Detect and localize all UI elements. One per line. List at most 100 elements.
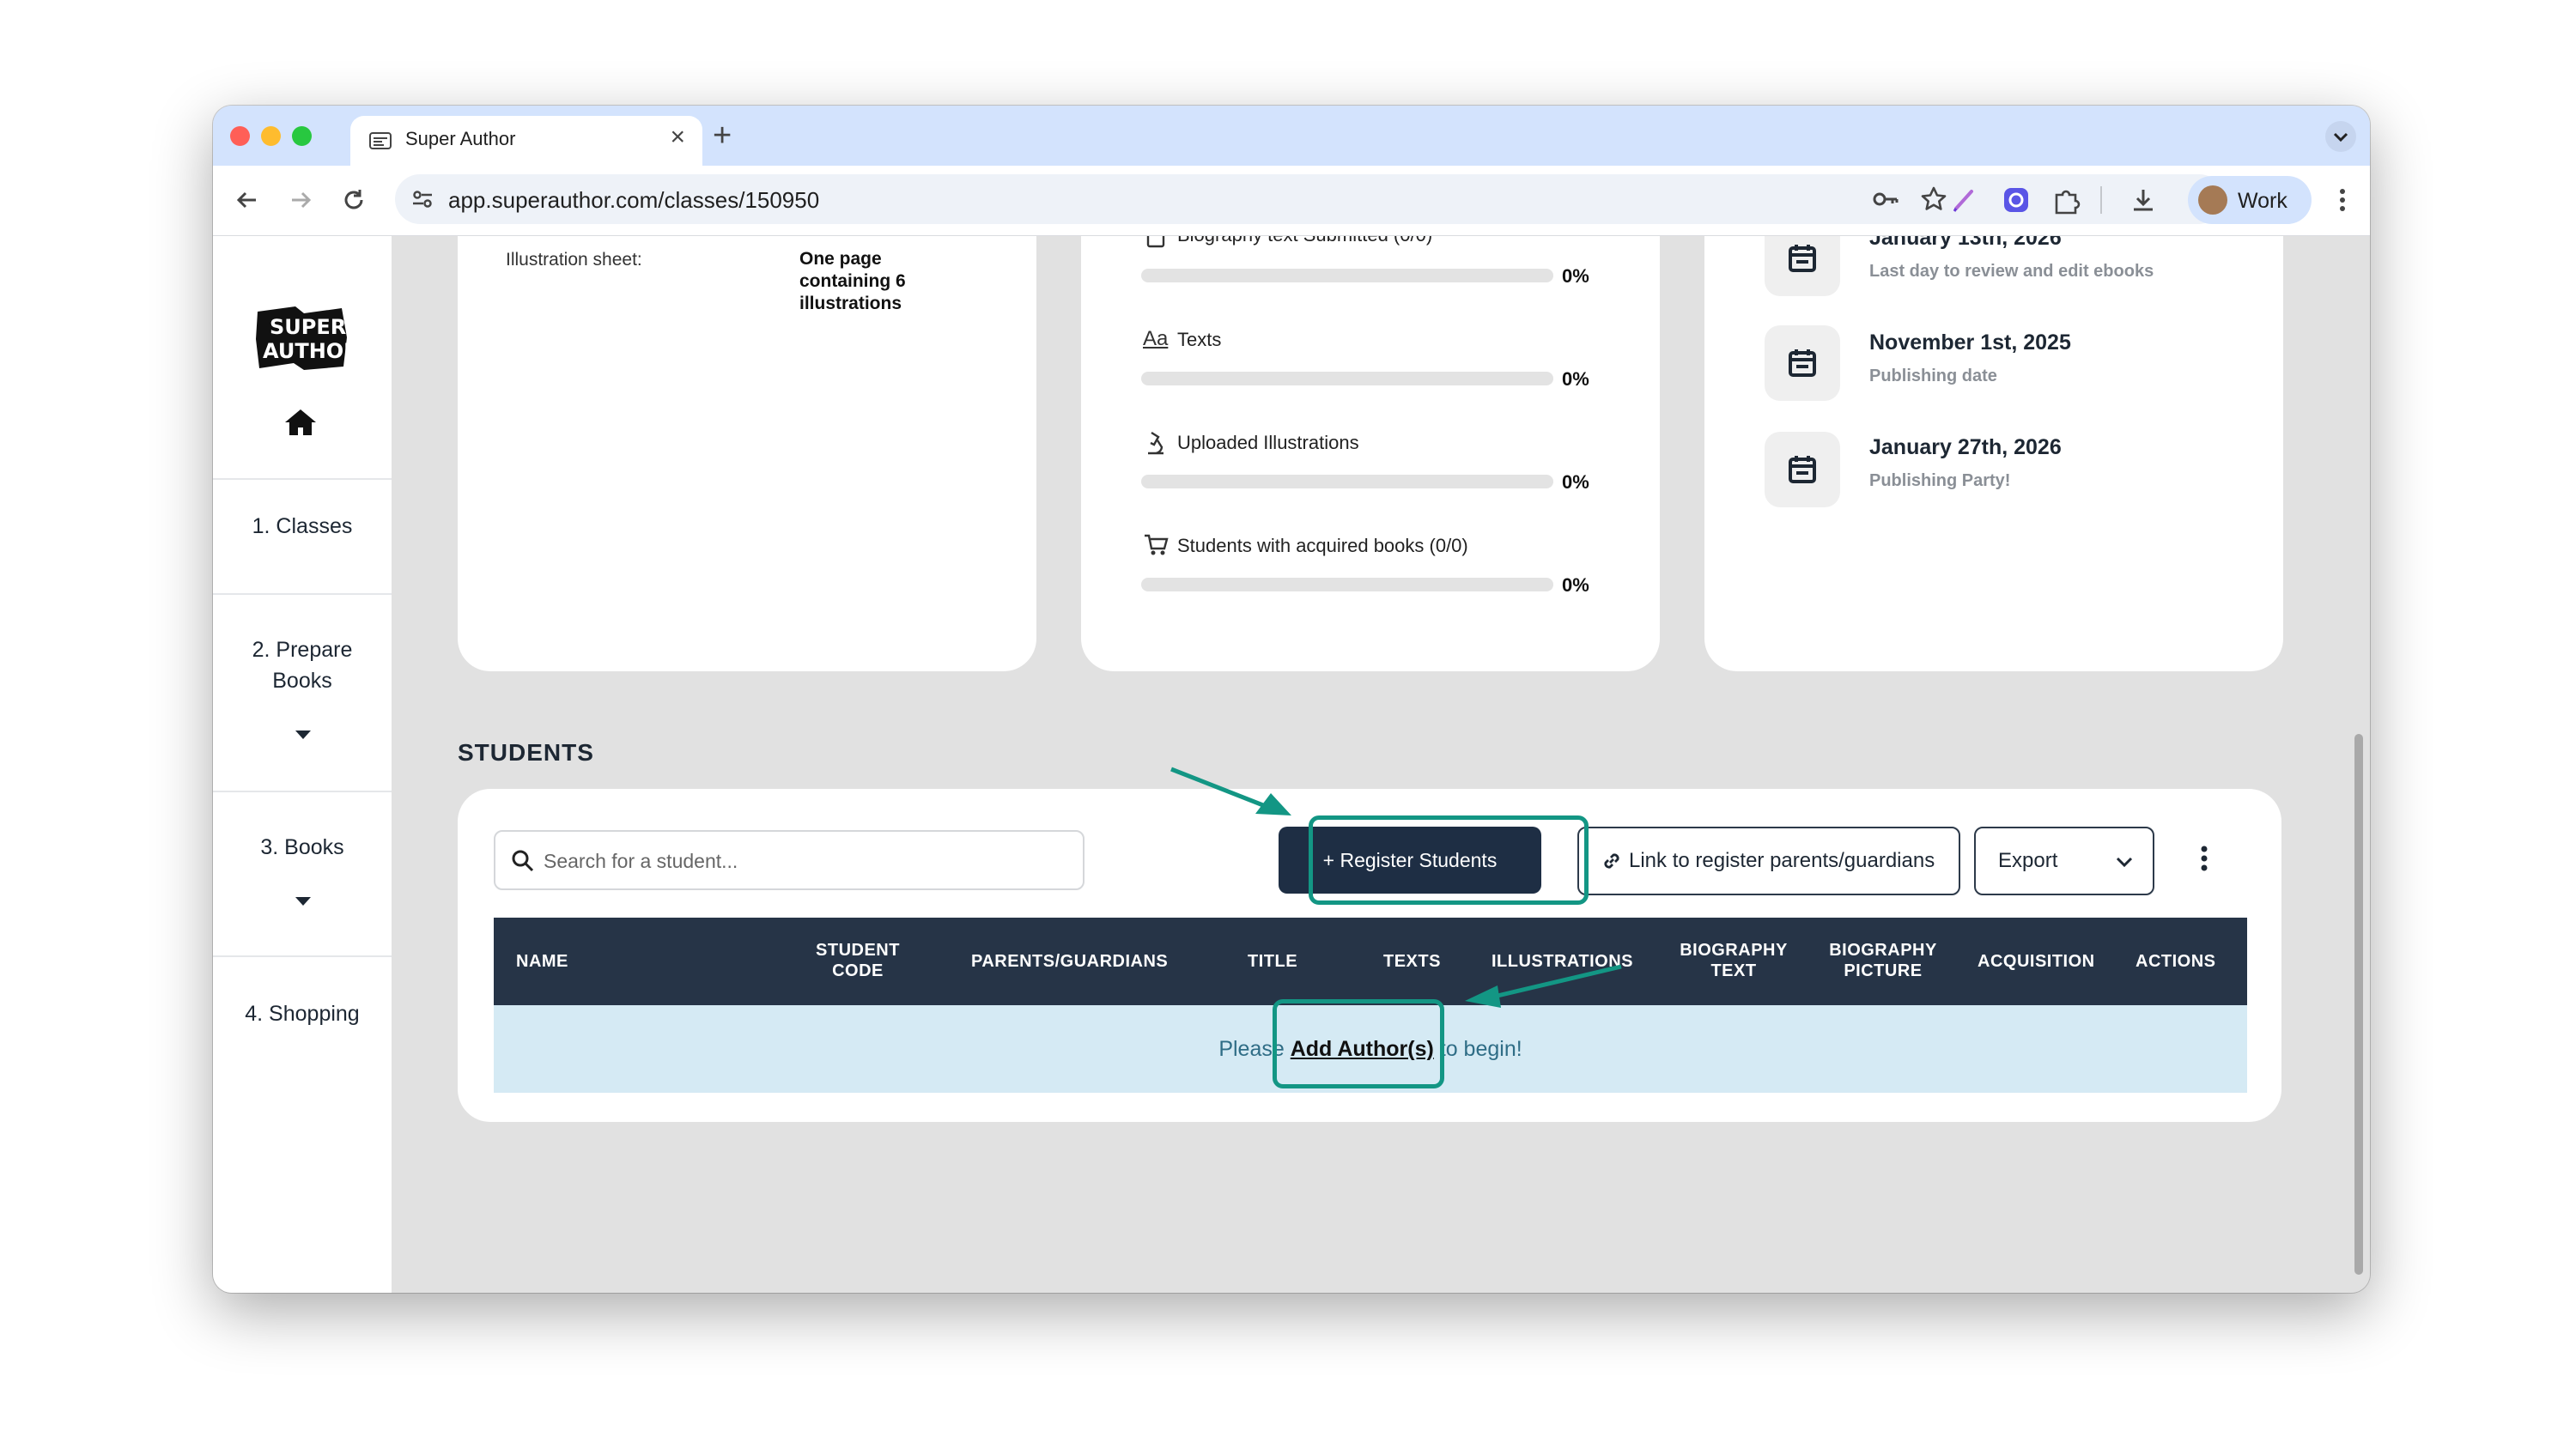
highlight-add-authors: [1273, 999, 1444, 1088]
svg-text:SUPER: SUPER: [270, 315, 346, 339]
search-placeholder: Search for a student...: [544, 850, 738, 872]
chevron-down-icon: [2333, 132, 2348, 142]
browser-toolbar: app.superauthor.com/classes/150950 Work: [213, 166, 2370, 236]
column-title[interactable]: TITLE: [1248, 951, 1297, 972]
browser-window: Super Author × + app.superauthor.com/cla…: [213, 106, 2370, 1293]
key-icon[interactable]: [1868, 182, 1903, 216]
progress-percent: 0%: [1562, 574, 1589, 596]
microscope-icon: [1148, 431, 1163, 455]
maximize-window-button[interactable]: [292, 126, 312, 146]
column-actions[interactable]: ACTIONS: [2136, 951, 2216, 972]
profile-button[interactable]: Work: [2188, 176, 2312, 224]
superauthor-favicon-icon: [369, 132, 392, 149]
caret-down-icon[interactable]: [295, 731, 311, 739]
empty-message-suffix: to begin!: [1433, 1037, 1522, 1061]
more-options-icon[interactable]: [2201, 846, 2208, 871]
text-aa-icon: Aa: [1143, 327, 1169, 350]
url-text: app.superauthor.com/classes/150950: [448, 187, 820, 213]
tab-close-icon[interactable]: ×: [670, 124, 685, 150]
search-icon: [512, 850, 534, 872]
close-window-button[interactable]: [230, 126, 250, 146]
calendar-icon: [1765, 236, 1840, 296]
link-register-parents-button[interactable]: Link to register parents/guardians: [1577, 827, 1960, 895]
dates-card: January 13th, 2026 Last day to review an…: [1704, 236, 2283, 671]
sidebar-divider: [213, 478, 392, 480]
more-vertical-icon[interactable]: [2325, 183, 2360, 217]
date-title: November 1st, 2025: [1869, 330, 2071, 355]
search-input[interactable]: Search for a student...: [494, 830, 1084, 890]
column-biography-picture[interactable]: BIOGRAPHY PICTURE: [1825, 940, 1941, 981]
progress-card: Biography text Submitted (0/0) 0% Aa Tex…: [1081, 236, 1660, 671]
sidebar-item-prepare-books[interactable]: 2. Prepare Books: [213, 634, 392, 696]
progress-bar: [1141, 372, 1553, 385]
progress-label: Students with acquired books (0/0): [1177, 535, 1468, 556]
tab-title: Super Author: [405, 128, 516, 149]
column-student-code[interactable]: STUDENT CODE: [806, 940, 909, 981]
export-dropdown[interactable]: Export: [1974, 827, 2154, 895]
back-arrow-icon[interactable]: [230, 183, 264, 217]
caret-down-icon[interactable]: [295, 897, 311, 906]
column-acquisition[interactable]: ACQUISITION: [1978, 951, 2095, 972]
sidebar-item-books[interactable]: 3. Books: [213, 832, 392, 863]
tab-search-button[interactable]: [2325, 121, 2356, 152]
class-info-card: Illustration sheet: One page containing …: [458, 236, 1036, 671]
link-icon: [1604, 853, 1619, 869]
site-settings-icon[interactable]: [410, 187, 434, 211]
sidebar-divider: [213, 955, 392, 957]
ai-extension-icon[interactable]: [1999, 183, 2033, 217]
progress-bar: [1141, 269, 1553, 282]
svg-text:AUTHOR: AUTHOR: [263, 339, 350, 363]
calendar-icon: [1765, 432, 1840, 507]
column-texts[interactable]: TEXTS: [1383, 951, 1441, 972]
column-parents-guardians[interactable]: PARENTS/GUARDIANS: [971, 951, 1168, 972]
extensions-puzzle-icon[interactable]: [2049, 183, 2083, 217]
date-description: Publishing date: [1869, 367, 1997, 385]
page-content: SUPER AUTHOR 1. Classes 2. Prepare Books…: [213, 236, 2370, 1293]
sidebar-item-classes[interactable]: 1. Classes: [213, 511, 392, 542]
progress-label: Uploaded Illustrations: [1177, 432, 1359, 453]
profile-label: Work: [2238, 189, 2287, 213]
browser-tab[interactable]: Super Author ×: [350, 116, 702, 166]
students-heading: STUDENTS: [458, 739, 594, 766]
progress-label: Biography text Submitted (0/0): [1177, 236, 1432, 246]
super-author-logo[interactable]: SUPER AUTHOR: [252, 303, 350, 373]
progress-bar: [1141, 475, 1553, 488]
illustration-sheet-value: One page containing 6 illustrations: [799, 249, 906, 313]
progress-percent: 0%: [1562, 265, 1589, 287]
progress-percent: 0%: [1562, 471, 1589, 493]
forward-arrow-icon[interactable]: [283, 183, 318, 217]
date-title: January 13th, 2026: [1869, 236, 2062, 250]
progress-percent: 0%: [1562, 368, 1589, 390]
pen-extension-icon[interactable]: [1947, 183, 1982, 217]
sidebar-divider: [213, 791, 392, 792]
sidebar-item-shopping[interactable]: 4. Shopping: [213, 998, 392, 1029]
chevron-down-icon: [2116, 857, 2133, 868]
calendar-icon: [1765, 325, 1840, 401]
progress-label: Texts: [1177, 329, 1222, 350]
document-icon: [1146, 236, 1165, 248]
scrollbar[interactable]: [2354, 734, 2363, 1275]
bookmark-star-icon[interactable]: [1917, 182, 1951, 216]
shopping-cart-icon: [1145, 534, 1169, 555]
sidebar: SUPER AUTHOR 1. Classes 2. Prepare Books…: [213, 236, 392, 1293]
column-illustrations[interactable]: ILLUSTRATIONS: [1492, 951, 1633, 972]
table-header: NAME STUDENT CODE PARENTS/GUARDIANS TITL…: [494, 918, 2247, 1005]
column-biography-text[interactable]: BIOGRAPHY TEXT: [1675, 940, 1792, 981]
avatar: [2198, 185, 2227, 215]
date-description: Publishing Party!: [1869, 471, 2011, 490]
home-icon[interactable]: [283, 408, 318, 437]
date-description: Last day to review and edit ebooks: [1869, 262, 2154, 281]
tab-bar: Super Author × +: [213, 106, 2370, 166]
highlight-register-students: [1309, 815, 1589, 905]
minimize-window-button[interactable]: [261, 126, 281, 146]
export-label: Export: [1998, 849, 2058, 872]
progress-bar: [1141, 578, 1553, 591]
reload-icon[interactable]: [337, 183, 371, 217]
column-name[interactable]: NAME: [516, 951, 568, 972]
download-icon[interactable]: [2126, 183, 2160, 217]
sidebar-divider: [213, 593, 392, 595]
illustration-sheet-label: Illustration sheet:: [506, 250, 642, 270]
link-register-label: Link to register parents/guardians: [1629, 849, 1935, 872]
new-tab-button[interactable]: +: [713, 119, 732, 152]
toolbar-divider: [2100, 186, 2102, 214]
